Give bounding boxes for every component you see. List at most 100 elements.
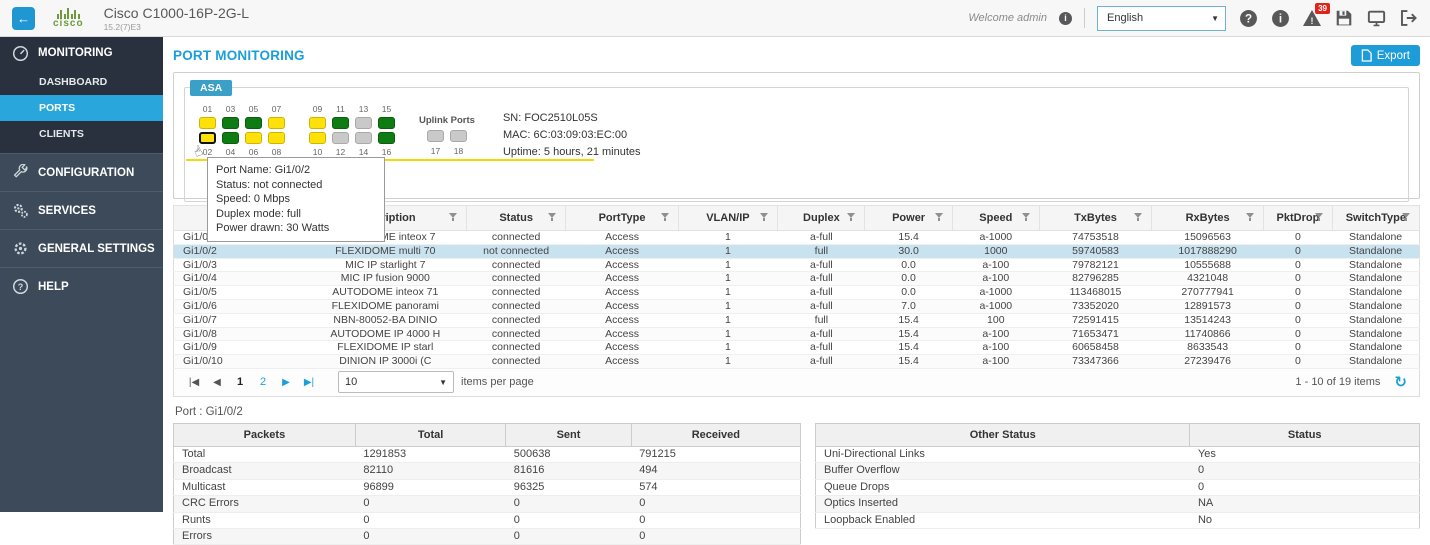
port-05[interactable] (245, 117, 262, 129)
packets-table: Packets Total Sent Received Total1291853… (173, 423, 801, 545)
port-08[interactable] (268, 132, 285, 144)
port-number-label: 01 (199, 104, 216, 114)
col-power[interactable]: Power (865, 206, 952, 231)
sidebar-item-services[interactable]: SERVICES (0, 191, 163, 229)
last-page-button[interactable]: ▶| (301, 377, 317, 388)
table-row[interactable]: Gi1/0/5AUTODOME inteox 71connectedAccess… (174, 286, 1420, 300)
sidebar-item-configuration[interactable]: CONFIGURATION (0, 153, 163, 191)
table-row[interactable]: Gi1/0/4MIC IP fusion 9000connectedAccess… (174, 272, 1420, 286)
port-13[interactable] (355, 117, 372, 129)
table-row[interactable]: Gi1/0/8AUTODOME IP 4000 HconnectedAccess… (174, 327, 1420, 341)
table-row: Multicast9689996325574 (174, 479, 801, 495)
filter-funnel-icon[interactable] (847, 213, 855, 221)
cell: Standalone (1332, 272, 1419, 286)
prev-page-button[interactable]: ◀ (209, 377, 225, 388)
table-row: Runts000 (174, 512, 801, 528)
filter-funnel-icon[interactable] (548, 213, 556, 221)
port-number-label: 12 (332, 147, 349, 157)
table-row: Optics InsertedNA (816, 496, 1420, 512)
cell: 1 (678, 327, 778, 341)
alerts-icon[interactable]: ! 39 (1302, 8, 1322, 28)
table-row[interactable]: Gi1/0/6FLEXIDOME panoramiconnectedAccess… (174, 299, 1420, 313)
port-16[interactable] (378, 132, 395, 144)
gauge-icon (12, 45, 29, 62)
uplink-port-18[interactable] (450, 130, 467, 142)
table-row: Total1291853500638791215 (174, 446, 801, 462)
port-number-label: 13 (355, 104, 372, 114)
cell: Access (566, 299, 678, 313)
cell: 15096563 (1152, 231, 1264, 245)
save-config-icon[interactable] (1334, 8, 1354, 28)
sidebar-item-help[interactable]: ? HELP (0, 267, 163, 305)
filter-funnel-icon[interactable] (1134, 213, 1142, 221)
sidebar-item-label: SERVICES (38, 205, 96, 217)
sidebar-item-clients[interactable]: CLIENTS (0, 121, 163, 147)
port-11[interactable] (332, 117, 349, 129)
wrench-icon (12, 164, 29, 181)
col-switchtype[interactable]: SwitchType (1332, 206, 1419, 231)
filter-funnel-icon[interactable] (449, 213, 457, 221)
language-select[interactable]: English ▼ (1097, 6, 1226, 31)
page-2-button[interactable]: 2 (255, 376, 271, 388)
sidebar-item-monitoring[interactable]: MONITORING (0, 37, 163, 69)
port-10[interactable] (309, 132, 326, 144)
page-size-select[interactable]: 10 ▼ (338, 371, 454, 393)
sidebar-item-ports[interactable]: PORTS (0, 95, 163, 121)
port-15[interactable] (378, 117, 395, 129)
table-row[interactable]: Gi1/0/2FLEXIDOME multi 70not connectedAc… (174, 244, 1420, 258)
filter-funnel-icon[interactable] (760, 213, 768, 221)
port-04[interactable] (222, 132, 239, 144)
filter-funnel-icon[interactable] (661, 213, 669, 221)
filter-funnel-icon[interactable] (1402, 213, 1410, 221)
info-icon[interactable]: i (1270, 8, 1290, 28)
col-rxbytes[interactable]: RxBytes (1152, 206, 1264, 231)
col-speed[interactable]: Speed (952, 206, 1039, 231)
col-pktdrop[interactable]: PktDrop (1264, 206, 1333, 231)
port-12[interactable] (332, 132, 349, 144)
page-1-button[interactable]: 1 (232, 376, 248, 388)
asa-chip[interactable]: ASA (190, 80, 232, 96)
col-vlanip[interactable]: VLAN/IP (678, 206, 778, 231)
cell: 0 (1264, 355, 1333, 369)
sidebar-item-label: GENERAL SETTINGS (38, 243, 155, 255)
port-02[interactable] (199, 132, 216, 144)
filter-funnel-icon[interactable] (1315, 213, 1323, 221)
col-duplex[interactable]: Duplex (778, 206, 865, 231)
table-row[interactable]: Gi1/0/9FLEXIDOME IP starlconnectedAccess… (174, 341, 1420, 355)
filter-funnel-icon[interactable] (1246, 213, 1254, 221)
welcome-text: Welcome admin (968, 12, 1047, 24)
filter-funnel-icon[interactable] (1022, 213, 1030, 221)
export-button[interactable]: Export (1351, 45, 1420, 66)
port-03[interactable] (222, 117, 239, 129)
logout-icon[interactable] (1398, 8, 1418, 28)
col-porttype[interactable]: PortType (566, 206, 678, 231)
cell: AUTODOME IP 4000 H (304, 327, 466, 341)
filter-funnel-icon[interactable] (935, 213, 943, 221)
back-button[interactable]: ← (12, 7, 35, 30)
sidebar: MONITORING DASHBOARD PORTS CLIENTS CONFI… (0, 37, 163, 512)
cell: 1 (678, 286, 778, 300)
cell: 15.4 (865, 313, 952, 327)
table-row[interactable]: Gi1/0/3MIC IP starlight 7connectedAccess… (174, 258, 1420, 272)
table-row[interactable]: Gi1/0/7NBN-80052-BA DINIOconnectedAccess… (174, 313, 1420, 327)
sidebar-item-general-settings[interactable]: GENERAL SETTINGS (0, 229, 163, 267)
col-status[interactable]: Status (466, 206, 566, 231)
sidebar-item-label: CONFIGURATION (38, 167, 134, 179)
sidebar-item-dashboard[interactable]: DASHBOARD (0, 69, 163, 95)
port-14[interactable] (355, 132, 372, 144)
first-page-button[interactable]: |◀ (186, 377, 202, 388)
port-06[interactable] (245, 132, 262, 144)
port-07[interactable] (268, 117, 285, 129)
port-09[interactable] (309, 117, 326, 129)
table-row[interactable]: Gi1/0/10DINION IP 3000i (CconnectedAcces… (174, 355, 1420, 369)
user-info-icon[interactable]: i (1059, 12, 1072, 25)
port-01[interactable] (199, 117, 216, 129)
cell: Gi1/0/10 (174, 355, 305, 369)
col-txbytes[interactable]: TxBytes (1039, 206, 1151, 231)
cell: 82110 (355, 463, 505, 479)
refresh-button[interactable]: ↻ (1394, 375, 1407, 390)
next-page-button[interactable]: ▶ (278, 377, 294, 388)
help-icon[interactable]: ? (1238, 8, 1258, 28)
system-monitor-icon[interactable] (1366, 8, 1386, 28)
uplink-port-17[interactable] (427, 130, 444, 142)
